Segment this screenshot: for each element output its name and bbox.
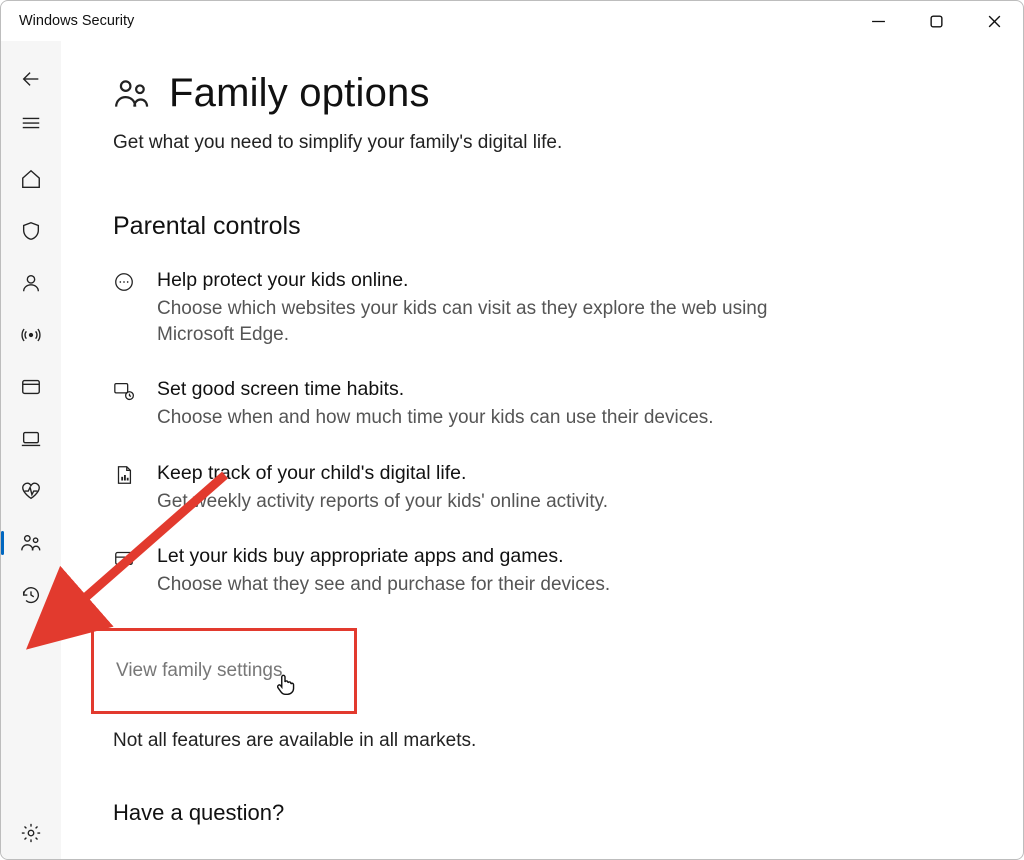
antenna-icon	[20, 324, 42, 346]
heart-pulse-icon	[20, 480, 42, 502]
active-indicator	[1, 531, 4, 555]
feature-desc: Choose what they see and purchase for th…	[157, 572, 610, 598]
feature-item-purchases: Let your kids buy appropriate apps and g…	[113, 545, 983, 598]
sidebar	[1, 41, 61, 859]
nav-toggle-button[interactable]	[1, 101, 61, 145]
back-arrow-icon	[20, 68, 42, 90]
devices-clock-icon	[113, 380, 135, 402]
sidebar-item-app-browser[interactable]	[1, 361, 61, 413]
sidebar-item-firewall[interactable]	[1, 309, 61, 361]
maximize-icon	[929, 14, 944, 29]
cursor-hand-icon	[272, 671, 298, 702]
file-chart-icon	[113, 464, 135, 486]
globe-dots-icon	[113, 271, 135, 293]
feature-item-activity: Keep track of your child's digital life.…	[113, 462, 983, 515]
gear-icon	[20, 822, 42, 844]
app-window: Windows Security	[0, 0, 1024, 860]
feature-item-online: Help protect your kids online. Choose wh…	[113, 269, 983, 348]
app-body: Family options Get what you need to simp…	[1, 41, 1023, 859]
family-icon	[20, 532, 42, 554]
close-button[interactable]	[965, 1, 1023, 41]
feature-desc: Get weekly activity reports of your kids…	[157, 489, 608, 515]
sidebar-item-account[interactable]	[1, 257, 61, 309]
account-icon	[20, 272, 42, 294]
feature-title: Keep track of your child's digital life.	[157, 462, 608, 485]
footnote: Not all features are available in all ma…	[113, 730, 983, 752]
window-title: Windows Security	[19, 13, 134, 29]
laptop-icon	[20, 428, 42, 450]
sidebar-item-device[interactable]	[1, 413, 61, 465]
main-content: Family options Get what you need to simp…	[61, 41, 1023, 859]
view-family-settings-link[interactable]: View family settings	[91, 628, 357, 714]
sidebar-item-performance[interactable]	[1, 465, 61, 517]
sidebar-item-virus[interactable]	[1, 205, 61, 257]
question-heading: Have a question?	[113, 800, 983, 826]
page-heading: Family options	[113, 71, 983, 116]
home-icon	[20, 168, 42, 190]
page-subtitle: Get what you need to simplify your famil…	[113, 132, 983, 154]
shield-icon	[20, 220, 42, 242]
close-icon	[987, 14, 1002, 29]
back-button[interactable]	[1, 57, 61, 101]
feature-desc: Choose when and how much time your kids …	[157, 405, 714, 431]
sidebar-item-settings[interactable]	[1, 807, 61, 859]
section-heading: Parental controls	[113, 212, 983, 241]
link-label: View family settings	[116, 660, 283, 682]
family-heading-icon	[113, 75, 151, 113]
feature-title: Set good screen time habits.	[157, 378, 714, 401]
app-window-icon	[20, 376, 42, 398]
titlebar: Windows Security	[1, 1, 1023, 41]
sidebar-item-family[interactable]	[1, 517, 61, 569]
window-controls	[849, 1, 1023, 41]
sidebar-item-history[interactable]	[1, 569, 61, 621]
sidebar-item-home[interactable]	[1, 153, 61, 205]
credit-card-icon	[113, 547, 135, 569]
feature-item-screentime: Set good screen time habits. Choose when…	[113, 378, 983, 431]
minimize-icon	[871, 14, 886, 29]
feature-title: Help protect your kids online.	[157, 269, 797, 292]
maximize-button[interactable]	[907, 1, 965, 41]
feature-desc: Choose which websites your kids can visi…	[157, 296, 797, 348]
feature-title: Let your kids buy appropriate apps and g…	[157, 545, 610, 568]
page-title: Family options	[169, 71, 430, 116]
history-icon	[20, 584, 42, 606]
hamburger-icon	[20, 112, 42, 134]
minimize-button[interactable]	[849, 1, 907, 41]
